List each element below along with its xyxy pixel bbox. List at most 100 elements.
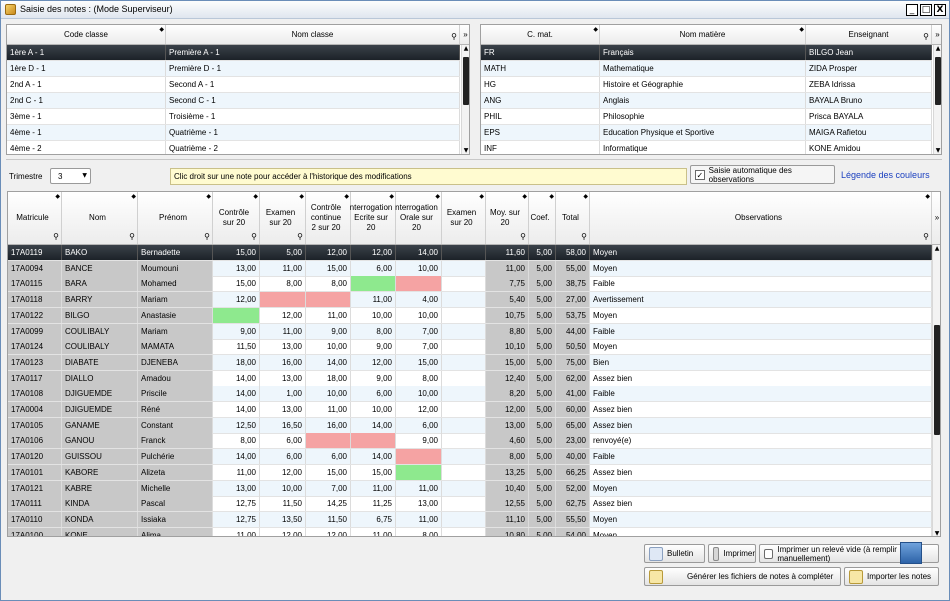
matieres-cell[interactable]: MATH — [481, 61, 600, 76]
interrogation-orale-cell[interactable]: 8,00 — [396, 527, 442, 536]
interrogation-orale-cell[interactable]: 15,00 — [396, 354, 442, 370]
examen-2-cell[interactable] — [442, 402, 486, 417]
examen-2-cell[interactable] — [442, 417, 486, 433]
header-nom-classe[interactable]: Nom classe ⚲ — [166, 25, 460, 44]
column-chooser-icon[interactable]: » — [460, 25, 469, 44]
header-observations[interactable]: Observations ◆ ⚲ — [590, 192, 932, 244]
floating-app-icon[interactable] — [900, 542, 922, 564]
classes-cell[interactable]: Second A - 1 — [166, 77, 460, 92]
controle-continue-2-cell[interactable]: 12,00 — [306, 527, 351, 536]
scroll-thumb[interactable] — [463, 57, 469, 105]
header-code-matiere[interactable]: C. mat. ◆ — [481, 25, 600, 44]
interrogation-orale-cell[interactable]: 8,00 — [396, 370, 442, 386]
header-coef[interactable]: Coef. ◆ — [529, 192, 556, 244]
classes-cell[interactable]: 2nd A - 1 — [7, 77, 166, 92]
header-interrogation-orale[interactable]: nterrogation Orale sur 20 ◆ — [395, 192, 442, 244]
controle-cell[interactable]: 11,00 — [213, 527, 260, 536]
classes-cell[interactable]: Première A - 1 — [166, 45, 460, 60]
header-interrogation-ecrite[interactable]: nterrogation Ecrite sur 20 ◆ — [350, 192, 396, 244]
classes-cell[interactable]: 3ème - 1 — [7, 109, 166, 124]
interrogation-ecrite-cell[interactable]: 12,00 — [351, 245, 396, 260]
controle-continue-2-cell[interactable]: 14,25 — [306, 496, 351, 512]
classes-cell[interactable]: 2nd C - 1 — [7, 93, 166, 108]
controle-cell[interactable]: 13,00 — [213, 260, 260, 276]
matieres-cell[interactable]: KONE Amidou — [806, 141, 932, 154]
interrogation-orale-cell[interactable] — [396, 276, 442, 292]
table-row[interactable]: 17A0111 KINDA Pascal 12,75 11,50 14,25 11,25 13… — [8, 496, 932, 513]
controle-continue-2-cell[interactable]: 7,00 — [306, 480, 351, 496]
controle-cell[interactable]: 14,00 — [213, 402, 260, 417]
controle-continue-2-cell[interactable]: 8,00 — [306, 276, 351, 292]
matieres-cell[interactable]: PHIL — [481, 109, 600, 124]
controle-cell[interactable]: 11,50 — [213, 339, 260, 355]
controle-continue-2-cell[interactable]: 15,00 — [306, 260, 351, 276]
interrogation-ecrite-cell[interactable] — [351, 433, 396, 449]
matieres-cell[interactable]: Prisca BAYALA — [806, 109, 932, 124]
examen-2-cell[interactable] — [442, 386, 486, 402]
classes-cell[interactable]: Troisième - 1 — [166, 109, 460, 124]
header-enseignant[interactable]: Enseignant ⚲ — [806, 25, 932, 44]
matieres-cell[interactable]: ANG — [481, 93, 600, 108]
table-row[interactable]: 17A0108 DJIGUEMDE Priscile 14,00 1,00 10,00 6,… — [8, 386, 932, 403]
matieres-cell[interactable]: FR — [481, 45, 600, 60]
interrogation-ecrite-cell[interactable]: 11,00 — [351, 292, 396, 308]
matieres-row[interactable]: HG Histoire et Géographie ZEBA Idrissa — [481, 77, 932, 93]
examen-2-cell[interactable] — [442, 496, 486, 512]
examen-2-cell[interactable] — [442, 449, 486, 465]
classes-scrollbar[interactable]: ▲ ▼ — [461, 45, 469, 154]
examen-2-cell[interactable] — [442, 354, 486, 370]
table-row[interactable]: 17A0106 GANOU Franck 8,00 6,00 9,00 4,60 5,00 23… — [8, 433, 932, 450]
controle-continue-2-cell[interactable]: 11,00 — [306, 402, 351, 417]
classes-cell[interactable]: Quatrième - 1 — [166, 125, 460, 140]
interrogation-ecrite-cell[interactable]: 11,00 — [351, 480, 396, 496]
table-row[interactable]: 17A0117 DIALLO Amadou 14,00 13,00 18,00 9,00 8,… — [8, 370, 932, 387]
column-chooser-icon[interactable]: » — [932, 192, 940, 244]
examen-cell[interactable]: 12,00 — [260, 464, 306, 480]
close-button[interactable]: X — [934, 4, 946, 16]
matieres-row[interactable]: FR Français BILGO Jean — [481, 45, 932, 61]
matieres-cell[interactable]: ZEBA Idrissa — [806, 77, 932, 92]
checkbox-checked-icon[interactable]: ✓ — [695, 169, 705, 180]
auto-observations-toggle[interactable]: ✓ Saisie automatique des observations — [690, 165, 835, 184]
examen-cell[interactable]: 12,00 — [260, 307, 306, 323]
interrogation-ecrite-cell[interactable]: 12,00 — [351, 354, 396, 370]
interrogation-orale-cell[interactable]: 10,00 — [396, 260, 442, 276]
examen-cell[interactable]: 5,00 — [260, 245, 306, 260]
controle-continue-2-cell[interactable]: 6,00 — [306, 449, 351, 465]
examen-2-cell[interactable] — [442, 339, 486, 355]
table-row[interactable]: 17A0099 COULIBALY Mariam 9,00 11,00 9,00 8,00 7… — [8, 323, 932, 340]
header-prenom[interactable]: Prénom ◆ ⚲ — [138, 192, 213, 244]
examen-cell[interactable] — [260, 292, 306, 308]
classes-row[interactable]: 1ère A - 1 Première A - 1 — [7, 45, 460, 61]
table-row[interactable]: 17A0123 DIABATE DJENEBA 18,00 16,00 14,00 12,0… — [8, 354, 932, 371]
matieres-cell[interactable]: Informatique — [600, 141, 806, 154]
examen-cell[interactable]: 10,00 — [260, 480, 306, 496]
examen-2-cell[interactable] — [442, 292, 486, 308]
controle-cell[interactable]: 12,75 — [213, 496, 260, 512]
examen-cell[interactable]: 13,50 — [260, 511, 306, 527]
examen-2-cell[interactable] — [442, 480, 486, 496]
interrogation-ecrite-cell[interactable]: 11,25 — [351, 496, 396, 512]
classes-cell[interactable]: Second C - 1 — [166, 93, 460, 108]
classes-cell[interactable]: Première D - 1 — [166, 61, 460, 76]
header-nom[interactable]: Nom ◆ ⚲ — [62, 192, 138, 244]
table-row[interactable]: 17A0105 GANAME Constant 12,50 16,50 16,00 14,0… — [8, 417, 932, 434]
table-row[interactable]: 17A0100 KONE Alima 11,00 12,00 12,00 11,00 8,00… — [8, 527, 932, 536]
examen-cell[interactable]: 12,00 — [260, 527, 306, 536]
interrogation-ecrite-cell[interactable]: 10,00 — [351, 402, 396, 417]
maximize-button[interactable]: □ — [920, 4, 932, 16]
trimestre-select[interactable]: 3 ▼ — [50, 168, 91, 184]
matieres-row[interactable]: MATH Mathematique ZIDA Prosper — [481, 61, 932, 77]
importer-notes-button[interactable]: Importer les notes — [844, 567, 939, 586]
controle-continue-2-cell[interactable]: 16,00 — [306, 417, 351, 433]
interrogation-ecrite-cell[interactable]: 15,00 — [351, 464, 396, 480]
controle-cell[interactable]: 13,00 — [213, 480, 260, 496]
controle-cell[interactable]: 14,00 — [213, 386, 260, 402]
interrogation-orale-cell[interactable] — [396, 464, 442, 480]
matieres-cell[interactable]: Français — [600, 45, 806, 60]
header-moyenne[interactable]: Moy. sur 20 ◆ ⚲ — [486, 192, 529, 244]
controle-continue-2-cell[interactable]: 11,00 — [306, 307, 351, 323]
scroll-down-icon[interactable]: ▼ — [462, 147, 469, 154]
interrogation-orale-cell[interactable]: 10,00 — [396, 307, 442, 323]
matieres-cell[interactable]: Education Physique et Sportive — [600, 125, 806, 140]
